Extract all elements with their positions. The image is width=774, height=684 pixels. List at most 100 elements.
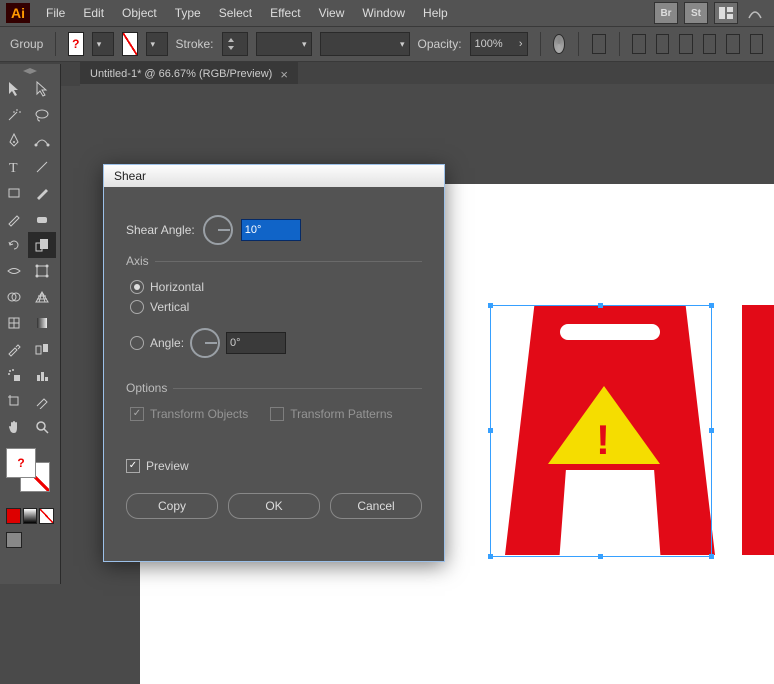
align-vcenter-button[interactable] [726,34,739,54]
blend-tool[interactable] [28,336,56,362]
artboard-tool[interactable] [0,388,28,414]
curvature-tool[interactable] [28,128,56,154]
opacity-label: Opacity: [418,37,462,51]
column-graph-tool[interactable] [28,362,56,388]
color-mode-gradient[interactable] [23,508,38,524]
recolor-button[interactable] [553,34,565,54]
stock-button[interactable]: St [684,2,708,24]
selection-context-label: Group [10,37,43,51]
gradient-tool[interactable] [28,310,56,336]
options-bar: Group ? ▾ ▾ Stroke: ▾ ▾ Opacity: 100%› [0,26,774,62]
axis-vertical-label: Vertical [150,300,189,314]
preview-label: Preview [146,459,189,473]
shear-angle-input[interactable] [241,219,301,241]
hand-tool[interactable] [0,414,28,440]
artwork-shape-2[interactable] [742,305,774,555]
align-left-button[interactable] [632,34,645,54]
rectangle-tool[interactable] [0,180,28,206]
fill-dropdown[interactable]: ▾ [92,32,114,56]
lasso-tool[interactable] [28,102,56,128]
screen-mode-row [0,528,60,552]
axis-horizontal-label: Horizontal [150,280,204,294]
opacity-input[interactable]: 100%› [470,32,528,56]
align-right-button[interactable] [679,34,692,54]
pencil-tool[interactable] [0,206,28,232]
align-top-button[interactable] [703,34,716,54]
dialog-title: Shear [104,165,444,187]
symbol-sprayer-tool[interactable] [0,362,28,388]
mesh-tool[interactable] [0,310,28,336]
stroke-profile-select[interactable]: ▾ [256,32,312,56]
pen-tool[interactable] [0,128,28,154]
fill-color-box[interactable]: ? [6,448,36,478]
axis-angle-radio[interactable] [130,336,144,350]
direct-selection-tool[interactable] [28,76,56,102]
menu-effect[interactable]: Effect [262,2,308,24]
screen-mode-button[interactable] [6,532,22,548]
color-mode-none[interactable] [39,508,54,524]
copy-button[interactable]: Copy [126,493,218,519]
bridge-button[interactable]: Br [654,2,678,24]
paintbrush-tool[interactable] [28,180,56,206]
shear-angle-label: Shear Angle: [126,223,195,237]
shape-builder-tool[interactable] [0,284,28,310]
ok-button[interactable]: OK [228,493,320,519]
menu-type[interactable]: Type [167,2,209,24]
transform-patterns-checkbox [270,407,284,421]
stroke-label: Stroke: [176,37,214,51]
menu-select[interactable]: Select [211,2,260,24]
width-tool[interactable] [0,258,28,284]
shear-dialog: Shear Shear Angle: Axis Horizontal Verti… [103,164,445,562]
menu-object[interactable]: Object [114,2,165,24]
fill-stroke-control[interactable]: ? [0,446,60,504]
menu-help[interactable]: Help [415,2,456,24]
rotate-tool[interactable] [0,232,28,258]
stroke-dropdown[interactable]: ▾ [146,32,168,56]
scale-tool[interactable] [28,232,56,258]
free-transform-tool[interactable] [28,258,56,284]
menu-file[interactable]: File [38,2,73,24]
shear-angle-dial[interactable] [203,215,233,245]
magic-wand-tool[interactable] [0,102,28,128]
app-logo: Ai [6,3,30,23]
perspective-grid-tool[interactable] [28,284,56,310]
cancel-button[interactable]: Cancel [330,493,422,519]
line-tool[interactable] [28,154,56,180]
axis-vertical-radio[interactable] [130,300,144,314]
stroke-weight-stepper[interactable] [222,32,248,56]
align-to-button[interactable] [592,34,605,54]
arrange-docs-button[interactable] [714,2,738,24]
transform-patterns-label: Transform Patterns [290,407,392,421]
axis-angle-dial[interactable] [190,328,220,358]
axis-angle-input[interactable] [226,332,286,354]
fill-swatch[interactable]: ? [68,32,84,56]
zoom-tool[interactable] [28,414,56,440]
preview-checkbox[interactable] [126,459,140,473]
eyedropper-tool[interactable] [0,336,28,362]
opacity-value: 100% [475,38,503,50]
selection-bbox[interactable] [490,305,712,557]
align-bottom-button[interactable] [750,34,763,54]
align-hcenter-button[interactable] [656,34,669,54]
menu-bar: Ai File Edit Object Type Select Effect V… [0,0,774,26]
document-tab[interactable]: Untitled-1* @ 66.67% (RGB/Preview) × [80,62,298,86]
stroke-swatch[interactable] [122,32,138,56]
menu-edit[interactable]: Edit [75,2,112,24]
options-group-title: Options [126,381,173,395]
type-tool[interactable]: T [0,154,28,180]
menu-window[interactable]: Window [354,2,413,24]
transform-objects-label: Transform Objects [150,407,248,421]
close-tab-icon[interactable]: × [280,67,288,82]
selection-tool[interactable] [0,76,28,102]
axis-horizontal-radio[interactable] [130,280,144,294]
document-tab-title: Untitled-1* @ 66.67% (RGB/Preview) [90,68,272,80]
brush-definition-select[interactable]: ▾ [320,32,410,56]
slice-tool[interactable] [28,388,56,414]
eraser-tool[interactable] [28,206,56,232]
menu-view[interactable]: View [311,2,353,24]
axis-angle-label: Angle: [150,336,184,350]
tool-panel: T ? [0,64,61,584]
gpu-icon[interactable] [744,3,766,23]
panel-grip-icon[interactable] [20,68,40,74]
color-mode-solid[interactable] [6,508,21,524]
